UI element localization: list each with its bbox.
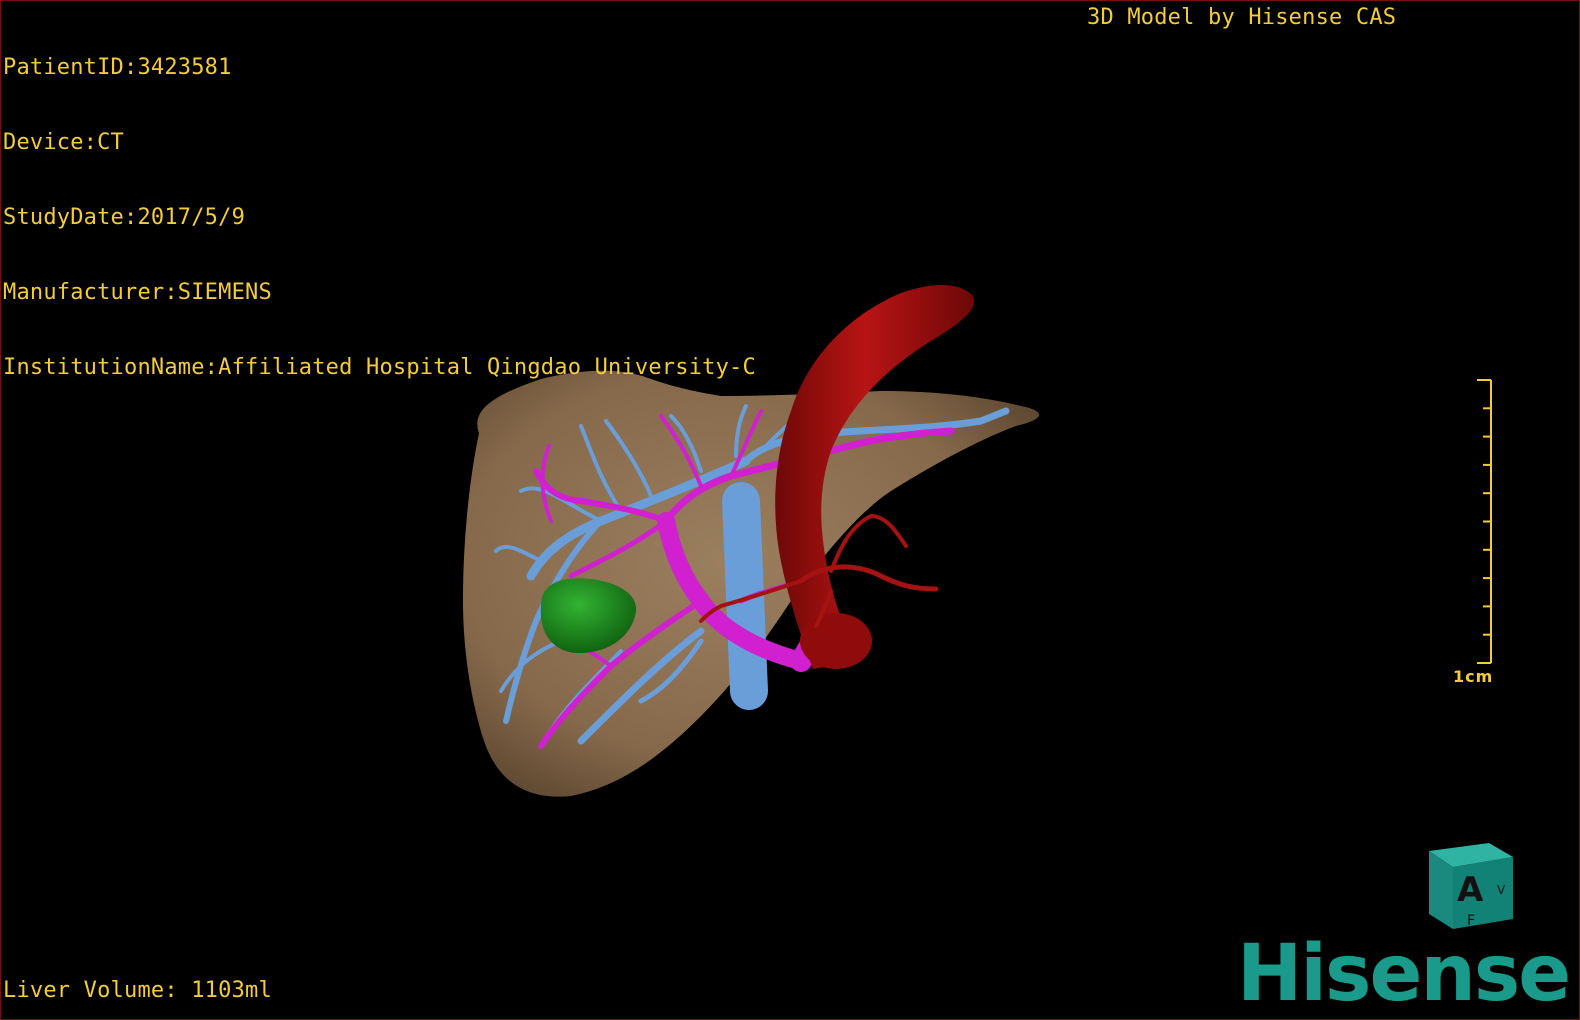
hisense-logo: Hisense <box>1237 929 1571 1019</box>
device-text: Device:CT <box>3 130 125 155</box>
cube-face-a: A <box>1457 870 1484 910</box>
model-credit-text: 3D Model by Hisense CAS <box>1087 5 1397 30</box>
study-info: PatientID:3423581 Device:CT StudyDate:20… <box>3 5 756 430</box>
liver-volume-text: Liver Volume: 1103ml <box>3 978 272 1003</box>
cube-face-v: V <box>1497 883 1506 897</box>
cube-face-f: F <box>1467 913 1475 929</box>
patient-id-text: PatientID:3423581 <box>3 55 232 80</box>
manufacturer-text: Manufacturer:SIEMENS <box>3 280 272 305</box>
scale-bar-icon <box>1477 379 1492 664</box>
scale-label: 1cm <box>1453 667 1494 686</box>
orientation-cube-icon[interactable]: A F V <box>1421 839 1521 934</box>
3d-viewport[interactable]: PatientID:3423581 Device:CT StudyDate:20… <box>0 0 1580 1020</box>
study-date-text: StudyDate:2017/5/9 <box>3 205 246 230</box>
institution-text: InstitutionName:Affiliated Hospital Qing… <box>3 355 756 380</box>
